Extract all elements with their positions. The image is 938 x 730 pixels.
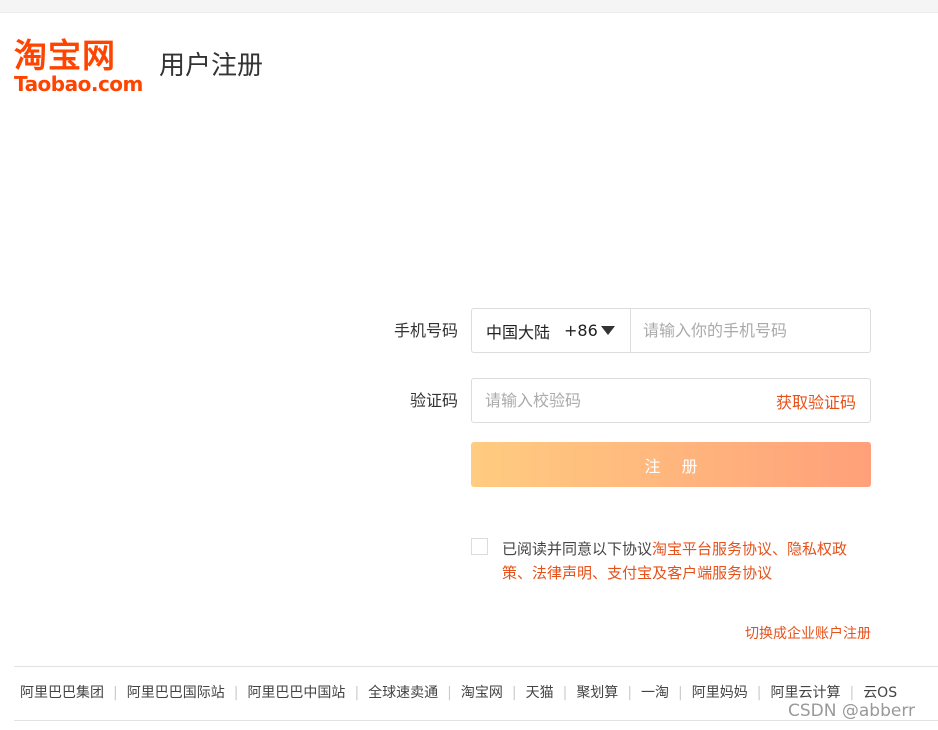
- separator: 、: [517, 564, 533, 582]
- separator: 、: [592, 564, 608, 582]
- footer-link[interactable]: 一淘: [641, 685, 669, 701]
- footer-separator: |: [113, 685, 118, 701]
- footer-divider: [14, 666, 938, 667]
- service-agreement-link[interactable]: 淘宝平台服务协议: [652, 540, 772, 558]
- footer-link[interactable]: 阿里云计算: [770, 685, 840, 701]
- phone-label: 手机号码: [393, 321, 458, 340]
- get-code-button[interactable]: 获取验证码: [776, 389, 870, 413]
- switch-enterprise-link[interactable]: 切换成企业账户注册: [745, 623, 871, 643]
- verification-code-input[interactable]: [472, 379, 776, 422]
- agreement-text: 已阅读并同意以下协议淘宝平台服务协议、隐私权政策、法律声明、支付宝及客户端服务协…: [502, 537, 876, 585]
- code-field-group: 获取验证码: [471, 378, 871, 423]
- logo-english-text: Taobao.com: [14, 72, 143, 96]
- footer-link[interactable]: 天猫: [526, 685, 554, 701]
- separator: 、: [772, 540, 788, 558]
- caret-down-icon: [600, 326, 615, 335]
- region-code: +86: [564, 321, 598, 340]
- footer-separator: |: [849, 685, 855, 701]
- region-select[interactable]: 中国大陆 +86: [472, 309, 631, 352]
- footer-link[interactable]: 全球速卖通: [368, 685, 438, 701]
- phone-field-group: 中国大陆 +86: [471, 308, 871, 353]
- footer-link[interactable]: 阿里妈妈: [692, 685, 748, 701]
- alipay-agreement-link[interactable]: 支付宝及客户端服务协议: [607, 564, 772, 582]
- verification-code-label: 验证码: [409, 391, 458, 410]
- footer-link[interactable]: 阿里巴巴国际站: [127, 685, 225, 701]
- footer-separator: |: [233, 685, 239, 701]
- footer-link[interactable]: 聚划算: [576, 685, 618, 701]
- footer-separator: |: [354, 685, 360, 701]
- register-button[interactable]: 注 册: [471, 442, 871, 487]
- footer-separator: |: [562, 685, 568, 701]
- logo-chinese-text: 淘宝网: [14, 36, 116, 75]
- footer-links: 阿里巴巴集团 | 阿里巴巴国际站 | 阿里巴巴中国站 | 全球速卖通 | 淘宝网 | 天猫 | 聚划算 |…: [20, 683, 938, 703]
- page-title: 用户注册: [159, 51, 264, 81]
- footer-separator: |: [447, 685, 452, 701]
- footer-link[interactable]: 淘宝网: [461, 685, 503, 701]
- footer-link[interactable]: 云OS: [863, 685, 897, 701]
- legal-statement-link[interactable]: 法律声明: [532, 564, 592, 582]
- footer-link[interactable]: 阿里巴巴中国站: [247, 685, 345, 701]
- footer-separator: |: [627, 685, 633, 701]
- watermark: CSDN @abberr: [788, 701, 916, 721]
- footer-separator: |: [678, 685, 683, 701]
- agreement-prefix: 已阅读并同意以下协议: [502, 540, 653, 558]
- footer-separator: |: [511, 685, 517, 701]
- phone-input[interactable]: [631, 309, 870, 352]
- top-bar: [0, 0, 938, 13]
- footer-separator: |: [756, 685, 762, 701]
- taobao-logo[interactable]: 淘宝网 Taobao.com: [14, 36, 149, 96]
- footer-link[interactable]: 阿里巴巴集团: [20, 685, 104, 701]
- region-name: 中国大陆: [486, 322, 551, 342]
- agreement-checkbox[interactable]: [471, 538, 488, 555]
